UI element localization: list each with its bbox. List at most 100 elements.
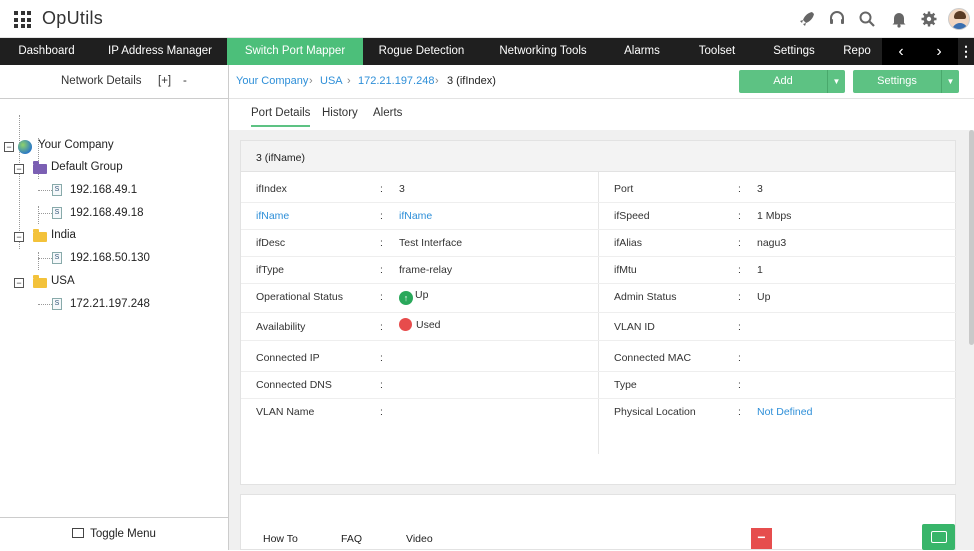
tree-node-ip[interactable]: 192.168.50.130 [70, 252, 150, 264]
gear-icon[interactable] [920, 10, 938, 28]
detail-value: Up [757, 291, 771, 303]
detail-key: ifIndex [256, 183, 287, 195]
collapse-all-button[interactable]: - [183, 75, 187, 87]
sidebar-header: Network Details [+] - [0, 65, 228, 99]
breadcrumb-separator-icon: › [435, 75, 439, 87]
tree-connector [38, 213, 52, 214]
tree-node-ip[interactable]: 192.168.49.1 [70, 184, 137, 196]
detail-separator: : [380, 406, 383, 418]
nav-reports[interactable]: Repo [832, 38, 882, 65]
detail-key: VLAN ID [614, 321, 655, 333]
tree-node-ip[interactable]: 172.21.197.248 [70, 298, 150, 310]
tab-history[interactable]: History [322, 107, 358, 119]
detail-key: Connected IP [256, 352, 320, 364]
toggle-menu-button[interactable]: Toggle Menu [0, 517, 228, 550]
detail-value[interactable]: Not Defined [757, 406, 812, 418]
breadcrumb-separator-icon: › [347, 75, 351, 87]
user-avatar[interactable] [948, 8, 970, 30]
headset-icon[interactable] [828, 10, 846, 28]
detail-value: Test Interface [399, 237, 463, 249]
detail-separator: : [380, 321, 383, 333]
used-status-dot-icon [399, 318, 412, 331]
row-divider [241, 398, 957, 399]
scrollbar[interactable] [969, 130, 974, 345]
tree-node-group[interactable]: India [51, 229, 76, 241]
nav-switch-port-mapper[interactable]: Switch Port Mapper [227, 38, 363, 65]
tree-node-group[interactable]: Default Group [51, 161, 123, 173]
detail-separator: : [738, 379, 741, 391]
toggle-menu-icon [72, 528, 85, 538]
tab-alerts[interactable]: Alerts [373, 107, 402, 119]
operational-status-value: ↑ Up [399, 289, 428, 305]
top-bar: OpUtils [0, 0, 974, 38]
detail-value: 1 [757, 264, 763, 276]
search-icon[interactable] [858, 10, 876, 28]
breadcrumb: Your Company › USA › 172.21.197.248 › 3 … [229, 65, 974, 99]
detail-separator: : [738, 352, 741, 364]
folder-icon [33, 275, 47, 288]
footer-video-link[interactable]: Video [406, 533, 433, 545]
arrow-up-circle-icon: ↑ [399, 291, 413, 305]
detail-separator: : [738, 183, 741, 195]
nav-rogue-detection[interactable]: Rogue Detection [363, 38, 480, 65]
detail-separator: : [738, 264, 741, 276]
chevron-left-icon[interactable]: ‹ [882, 38, 920, 65]
switch-file-icon: S [52, 184, 62, 196]
rocket-icon[interactable] [798, 10, 816, 28]
nav-dashboard[interactable]: Dashboard [0, 38, 93, 65]
caret-down-icon[interactable]: ▼ [941, 70, 959, 93]
folder-icon [33, 161, 47, 174]
tree-collapse-toggle[interactable]: − [14, 164, 24, 174]
tree-collapse-toggle[interactable]: − [14, 278, 24, 288]
detail-key: ifMtu [614, 264, 637, 276]
breadcrumb-region[interactable]: USA [320, 75, 343, 87]
tree-collapse-toggle[interactable]: − [14, 232, 24, 242]
sidebar: Network Details [+] - − Your Company − D… [0, 65, 229, 550]
minimize-button[interactable]: − [751, 528, 772, 549]
caret-down-icon[interactable]: ▼ [827, 70, 845, 93]
status-text: Up [415, 289, 429, 301]
app-logo[interactable]: OpUtils [42, 8, 103, 29]
detail-key: ifType [256, 264, 285, 276]
settings-button[interactable]: Settings ▼ [853, 70, 959, 93]
folder-icon [33, 229, 47, 242]
detail-value: 1 Mbps [757, 210, 792, 222]
tree-node-root[interactable]: Your Company [38, 139, 114, 151]
bell-icon[interactable] [890, 10, 908, 28]
nav-settings[interactable]: Settings [756, 38, 832, 65]
breadcrumb-current: 3 (ifIndex) [447, 75, 496, 87]
detail-key[interactable]: ifName [256, 210, 289, 222]
detail-separator: : [380, 352, 383, 364]
detail-separator: : [738, 210, 741, 222]
chevron-right-icon[interactable]: › [920, 38, 958, 65]
footer-how-to-link[interactable]: How To [263, 533, 298, 545]
breadcrumb-separator-icon: › [309, 75, 313, 87]
detail-key: Connected DNS [256, 379, 332, 391]
footer-faq-link[interactable]: FAQ [341, 533, 362, 545]
toggle-menu-label: Toggle Menu [90, 528, 156, 540]
main-nav: Dashboard IP Address Manager Switch Port… [0, 38, 974, 65]
tab-port-details[interactable]: Port Details [251, 107, 311, 127]
detail-value[interactable]: ifName [399, 210, 432, 222]
chat-icon[interactable] [922, 524, 955, 550]
breadcrumb-company[interactable]: Your Company [236, 75, 308, 87]
switch-file-icon: S [52, 207, 62, 219]
detail-value: frame-relay [399, 264, 453, 276]
tree-collapse-toggle[interactable]: − [4, 142, 14, 152]
nav-networking-tools[interactable]: Networking Tools [480, 38, 606, 65]
breadcrumb-device[interactable]: 172.21.197.248 [358, 75, 434, 87]
nav-alarms[interactable]: Alarms [606, 38, 678, 65]
add-button-label: Add [773, 75, 793, 87]
nav-toolset[interactable]: Toolset [678, 38, 756, 65]
detail-value: nagu3 [757, 237, 787, 249]
detail-separator: : [380, 183, 383, 195]
expand-all-button[interactable]: [+] [158, 75, 171, 87]
apps-grid-icon[interactable] [14, 11, 31, 28]
more-vertical-icon[interactable]: ⋮ [958, 38, 974, 65]
detail-key: ifAlias [614, 237, 643, 249]
tree-node-group[interactable]: USA [51, 275, 75, 287]
tree-node-ip[interactable]: 192.168.49.18 [70, 207, 144, 219]
switch-file-icon: S [52, 252, 62, 264]
nav-ip-address-manager[interactable]: IP Address Manager [93, 38, 227, 65]
add-button[interactable]: Add ▼ [739, 70, 845, 93]
